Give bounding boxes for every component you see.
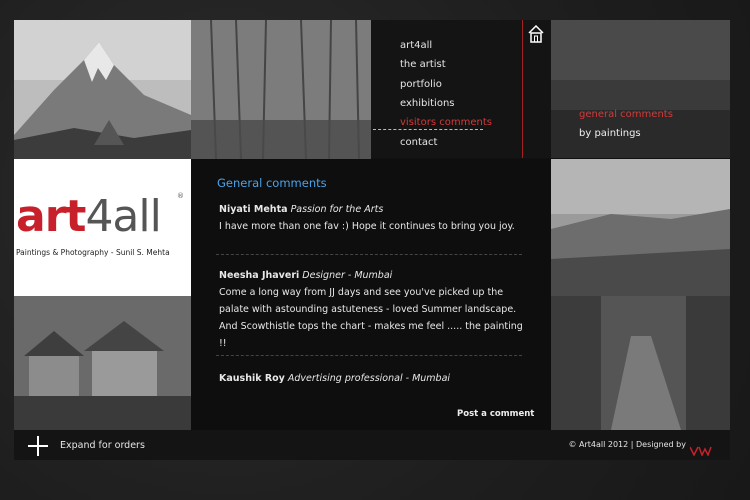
comment-text: Come a long way from JJ days and see you… xyxy=(219,287,523,349)
nav-item-the-artist[interactable]: the artist xyxy=(400,59,446,70)
comment-role: Designer - Mumbai xyxy=(302,270,393,281)
plus-icon[interactable] xyxy=(28,436,48,456)
nav-item-contact[interactable]: contact xyxy=(400,137,437,148)
copyright-text: © Art4all 2012 | Designed by xyxy=(568,440,686,449)
subnav-panel: general comments by paintings xyxy=(551,20,730,158)
nav-item-art4all[interactable]: art4all xyxy=(400,40,432,51)
painting-thumb-landscape[interactable] xyxy=(551,159,730,296)
comment-role: Advertising professional - Mumbai xyxy=(287,373,451,384)
logo[interactable]: art4all ® Paintings & Photography - Suni… xyxy=(14,159,191,296)
logo-wordmark: art4all xyxy=(16,195,162,239)
painting-thumb-houses[interactable] xyxy=(14,296,191,430)
expand-orders-link[interactable]: Expand for orders xyxy=(60,440,145,451)
comment-author: Neesha Jhaveri xyxy=(219,270,300,281)
vw-logo-icon[interactable] xyxy=(689,441,712,457)
nav-item-visitors-comments[interactable]: visitors comments xyxy=(400,117,492,128)
logo-registered-mark: ® xyxy=(177,192,184,200)
painting-thumb-mountain[interactable] xyxy=(14,20,191,159)
nav-item-exhibitions[interactable]: exhibitions xyxy=(400,98,455,109)
main-nav: art4all the artist portfolio exhibitions… xyxy=(371,20,551,158)
comment-text: I have more than one fav :) Hope it cont… xyxy=(219,221,515,232)
logo-subtitle: Paintings & Photography - Sunil S. Mehta xyxy=(16,248,170,257)
subnav-item-general-comments[interactable]: general comments xyxy=(579,109,673,120)
nav-divider xyxy=(522,20,523,158)
comment-item: Kaushik Roy Advertising professional - M… xyxy=(219,370,529,387)
logo-word-4all: 4all xyxy=(85,191,161,242)
comment-item: Neesha Jhaveri Designer - Mumbai Come a … xyxy=(219,267,529,352)
comment-divider xyxy=(216,355,522,356)
page-title: General comments xyxy=(217,176,327,190)
footer-bar: Expand for orders © Art4all 2012 | Desig… xyxy=(14,430,730,460)
post-comment-link[interactable]: Post a comment xyxy=(457,409,534,419)
home-icon[interactable] xyxy=(528,24,544,43)
painting-thumb-path[interactable] xyxy=(551,296,730,430)
nav-active-underline xyxy=(373,129,483,130)
comment-item: Niyati Mehta Passion for the Arts I have… xyxy=(219,201,529,235)
logo-word-art: art xyxy=(16,191,86,242)
comment-role: Passion for the Arts xyxy=(290,204,384,215)
comment-divider xyxy=(216,254,522,255)
subnav-item-by-paintings[interactable]: by paintings xyxy=(579,128,641,139)
nav-item-portfolio[interactable]: portfolio xyxy=(400,79,442,90)
painting-thumb-forest[interactable] xyxy=(191,20,371,159)
comments-panel: General comments Niyati Mehta Passion fo… xyxy=(191,159,551,430)
comment-author: Niyati Mehta xyxy=(219,204,288,215)
comment-author: Kaushik Roy xyxy=(219,373,285,384)
